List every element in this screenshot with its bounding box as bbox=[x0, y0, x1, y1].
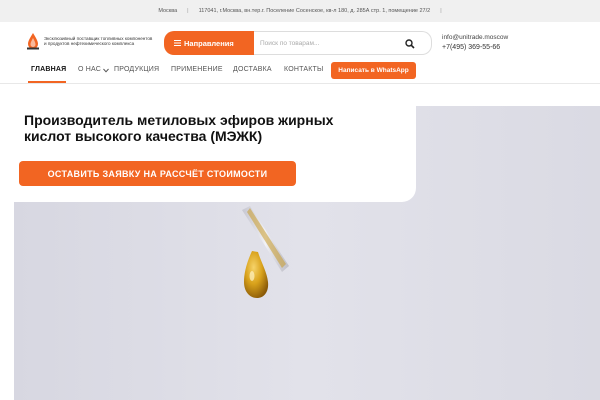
logo-tagline: Эксклюзивный поставщик топливных компоне… bbox=[44, 35, 153, 46]
logo[interactable]: Эксклюзивный поставщик топливных компоне… bbox=[26, 32, 154, 50]
nav-item-contacts[interactable]: КОНТАКТЫ bbox=[284, 66, 323, 73]
chevron-down-icon[interactable] bbox=[103, 68, 109, 73]
whatsapp-button[interactable]: Написать в WhatsApp bbox=[331, 62, 416, 79]
nav-item-products[interactable]: ПРОДУКЦИЯ bbox=[114, 66, 159, 73]
hero-title: Производитель метиловых эфиров жирных ки… bbox=[24, 112, 334, 144]
nav-item-application[interactable]: ПРИМЕНЕНИЕ bbox=[171, 66, 223, 73]
search-icon[interactable] bbox=[405, 39, 415, 49]
city-label[interactable]: Москва bbox=[158, 8, 177, 14]
phone-link[interactable]: +7(495) 369-55-66 bbox=[442, 43, 508, 53]
nav-item-home[interactable]: ГЛАВНАЯ bbox=[31, 66, 66, 73]
separator: | bbox=[440, 8, 442, 14]
nav-item-delivery[interactable]: ДОСТАВКА bbox=[233, 66, 272, 73]
search-input[interactable] bbox=[260, 39, 400, 47]
site-header: Эксклюзивный поставщик топливных компоне… bbox=[0, 22, 600, 62]
header-contacts: info@unitrade.moscow +7(495) 369-55-66 bbox=[442, 33, 508, 53]
address-text: 117041, г.Москва, вн.тер.г. Поселение Со… bbox=[198, 8, 431, 14]
directions-button[interactable]: Направления bbox=[164, 31, 254, 55]
nav-divider bbox=[0, 83, 600, 84]
nav-item-about[interactable]: О НАС bbox=[78, 66, 101, 73]
directions-label: Направления bbox=[184, 38, 234, 48]
menu-icon bbox=[174, 40, 181, 46]
search-box bbox=[254, 31, 432, 55]
oil-drop-logo-icon bbox=[27, 33, 39, 50]
email-link[interactable]: info@unitrade.moscow bbox=[442, 33, 508, 43]
request-quote-button[interactable]: ОСТАВИТЬ ЗАЯВКУ НА РАССЧЁТ СТОИМОСТИ bbox=[19, 161, 296, 186]
separator: | bbox=[187, 8, 189, 14]
top-info-bar: Москва | 117041, г.Москва, вн.тер.г. Пос… bbox=[0, 0, 600, 22]
